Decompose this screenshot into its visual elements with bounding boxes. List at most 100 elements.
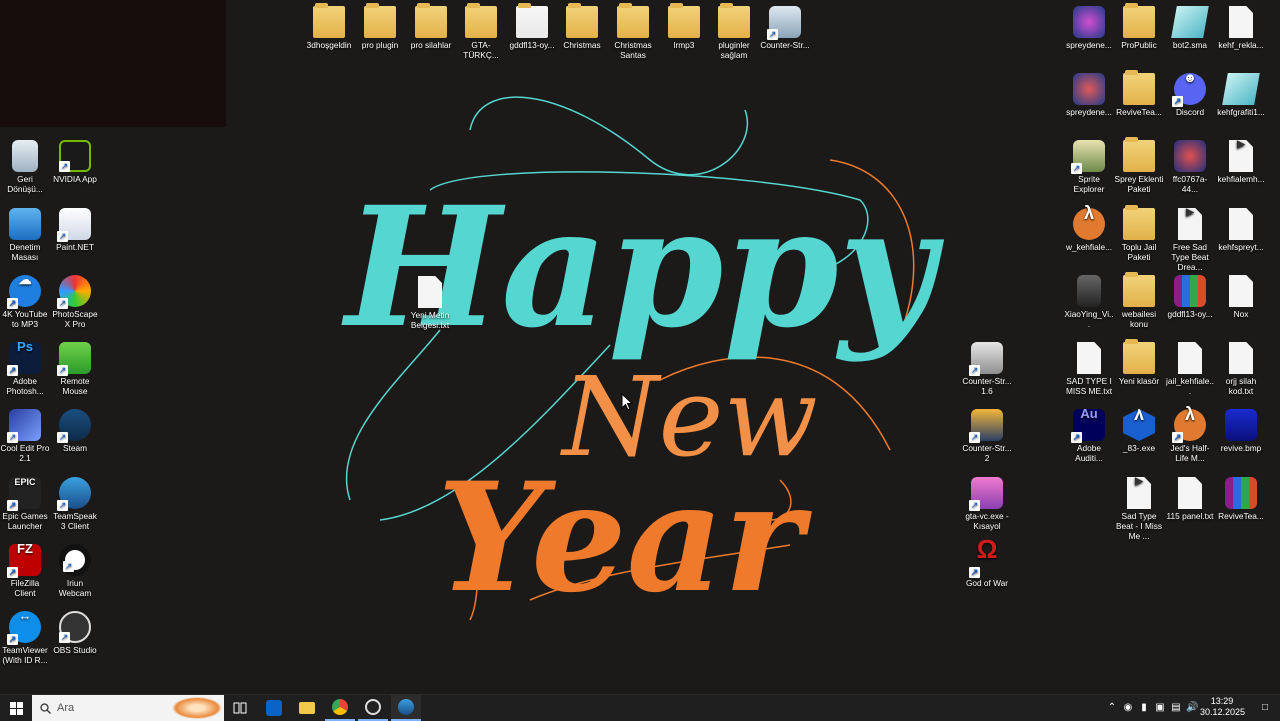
icon-label: jail_kehfiale...: [1166, 376, 1214, 396]
screen-share-icon[interactable]: ▣: [1154, 701, 1166, 715]
desktop-icon-paint-net[interactable]: Paint.NET: [50, 208, 100, 252]
desktop-icon-sprey-eklenti-paketi[interactable]: Sprey Eklenti Paketi: [1114, 137, 1164, 194]
paint-net-icon: [57, 208, 91, 242]
desktop-icon-teamspeak[interactable]: TeamSpeak 3 Client: [50, 477, 100, 531]
desktop-icon-w-kehfiale[interactable]: λ w_kehfiale...: [1064, 204, 1114, 252]
icon-label: Iriun Webcam: [58, 578, 92, 598]
desktop-icon-revive-bmp[interactable]: revive.bmp: [1216, 409, 1266, 453]
sma-file-icon: [1222, 73, 1260, 105]
folder-icon: [1123, 205, 1155, 240]
desktop-icon-christmas-santas[interactable]: Christmas Santas: [608, 3, 658, 60]
desktop-icon-kehfspreyt[interactable]: kehfspreyt...: [1216, 208, 1266, 252]
webcam-tray-icon[interactable]: ◉: [1122, 701, 1134, 715]
desktop-icon-kehfialemh[interactable]: ▶ kehfialemh...: [1216, 140, 1266, 184]
desktop-icon-counter-strike[interactable]: Counter-Str...: [760, 6, 810, 50]
desktop-icon-gddfl13[interactable]: gddfl13-oy...: [507, 3, 557, 50]
desktop-icon-epic-games[interactable]: EPICEpic Games Launcher: [0, 477, 50, 531]
desktop-icon-iriun-webcam[interactable]: Iriun Webcam: [50, 544, 100, 598]
text-file-icon: [1077, 342, 1101, 374]
photoshop-icon: Ps: [7, 340, 41, 376]
icon-label: Counter-Str... 1.6: [962, 376, 1012, 396]
desktop-icon-kehf-rekla[interactable]: kehf_rekla...: [1216, 6, 1266, 50]
rar-archive-icon: [1225, 477, 1257, 509]
desktop-icon-photoscape[interactable]: PhotoScape X Pro: [50, 275, 100, 329]
taskbar-app-outlook[interactable]: [259, 695, 289, 721]
desktop-icon-gta-vc[interactable]: gta-vc.exe - Kısayol: [962, 477, 1012, 531]
desktop-icon-webailesi-konu[interactable]: webailesi konu: [1114, 272, 1164, 329]
folder-icon: [566, 3, 598, 38]
desktop-icon-propublic[interactable]: ProPublic: [1114, 3, 1164, 50]
desktop-icon-spreydene-1[interactable]: spreydene...: [1064, 6, 1114, 50]
chevron-up-icon[interactable]: ⌃: [1106, 701, 1118, 715]
desktop-icon-yeni-klasor[interactable]: Yeni klasör: [1114, 339, 1164, 386]
taskbar-search-box[interactable]: Ara: [32, 695, 224, 721]
taskbar-app-file-explorer[interactable]: [292, 695, 322, 721]
desktop-icon-pro-silahlar[interactable]: pro silahlar: [406, 3, 456, 50]
desktop-icon-spreydene-2[interactable]: spreydene...: [1064, 73, 1114, 117]
desktop-icon-xiaoying[interactable]: XiaoYing_Vi...: [1064, 275, 1114, 329]
desktop-icon-control-panel[interactable]: Denetim Masası: [0, 208, 50, 262]
desktop-icon-orjj-silah-kod[interactable]: orjj silah kod.txt: [1216, 342, 1266, 396]
icon-label: Christmas: [563, 40, 601, 50]
icon-label: bot2.sma: [1172, 40, 1208, 50]
desktop-icon-83-exe[interactable]: λ _83-.exe: [1114, 409, 1164, 453]
clock[interactable]: 13:29 30.12.2025: [1200, 696, 1245, 718]
desktop-icon-nox[interactable]: Nox: [1216, 275, 1266, 319]
notification-icon[interactable]: □: [1258, 701, 1272, 715]
desktop-icon-kehfgrafiti[interactable]: kehfgrafiti1...: [1216, 73, 1266, 117]
taskbar-app-obs[interactable]: [358, 695, 388, 721]
desktop-icon-counter-strike-2[interactable]: Counter-Str... 2: [962, 409, 1012, 463]
desktop-icon-gddfl13-rar[interactable]: gddfl13-oy...: [1165, 275, 1215, 319]
desktop[interactable]: Happy New Year 3dhoşgeldin pro plugin pr…: [0, 0, 1280, 694]
cool-edit-icon: [7, 409, 41, 443]
desktop-icon-3dhosgeldin[interactable]: 3dhoşgeldin: [304, 3, 354, 50]
desktop-icon-115-panel[interactable]: 115 panel.txt: [1165, 477, 1215, 521]
desktop-icon-sad-type-i-miss-me[interactable]: SAD TYPE I MISS ME.txt: [1064, 342, 1114, 396]
desktop-icon-gta-turkce[interactable]: GTA-TÜRKÇ...: [456, 3, 506, 60]
clock-time: 13:29: [1210, 696, 1234, 706]
desktop-icon-jeds-half-life[interactable]: λJed's Half-Life M...: [1165, 405, 1215, 463]
photoscape-icon: [57, 275, 91, 309]
desktop-icon-photoshop[interactable]: PsAdobe Photosh...: [0, 340, 50, 396]
task-view-button[interactable]: [226, 695, 254, 721]
desktop-icon-christmas[interactable]: Christmas: [557, 3, 607, 50]
desktop-icon-god-of-war[interactable]: ΩGod of War: [962, 536, 1012, 588]
desktop-icon-filezilla[interactable]: FZFileZilla Client: [0, 542, 50, 598]
desktop-icon-ffc0767a[interactable]: ffc0767a-44...: [1165, 140, 1215, 194]
discord-icon: ☻: [1172, 71, 1206, 107]
desktop-icon-bot2-sma[interactable]: bot2.sma: [1165, 6, 1215, 50]
desktop-icon-discord[interactable]: ☻Discord: [1165, 71, 1215, 117]
volume-icon[interactable]: 🔊: [1186, 701, 1198, 715]
desktop-icon-remote-mouse[interactable]: Remote Mouse: [50, 342, 100, 396]
desktop-icon-recycle-bin[interactable]: Geri Dönüşü...: [0, 140, 50, 194]
desktop-icon-pluginler-saglam[interactable]: pluginler sağlam: [709, 3, 759, 60]
desktop-icon-nvidia-app[interactable]: NVIDIA App: [50, 140, 100, 184]
desktop-icon-obs[interactable]: OBS Studio: [50, 611, 100, 655]
icon-label: Toplu Jail Paketi: [1121, 242, 1157, 262]
start-button[interactable]: [0, 695, 32, 721]
taskbar-app-chrome[interactable]: [325, 695, 355, 721]
desktop-icon-steam[interactable]: Steam: [50, 409, 100, 453]
desktop-icon-toplu-jail-paketi[interactable]: Toplu Jail Paketi: [1114, 205, 1164, 262]
desktop-icon-sprite-explorer[interactable]: Sprite Explorer: [1064, 140, 1114, 194]
desktop-icon-free-sad-type-beat[interactable]: ▶ Free Sad Type Beat Drea...: [1165, 208, 1215, 272]
desktop-icon-counter-strike-16[interactable]: Counter-Str... 1.6: [962, 342, 1012, 396]
desktop-icon-cool-edit[interactable]: Cool Edit Pro 2.1: [0, 409, 50, 463]
desktop-icon-revivetea-rar[interactable]: ReviveTea...: [1216, 477, 1266, 521]
icon-label: Sprite Explorer: [1073, 174, 1105, 194]
desktop-icon-adobe-audition[interactable]: AuAdobe Auditi...: [1064, 407, 1114, 463]
network-icon[interactable]: ▤: [1170, 701, 1182, 715]
desktop-icon-yeni-metin-belgesi[interactable]: Yeni Metin Belgesi.txt: [405, 276, 455, 330]
folder-icon: [1123, 339, 1155, 374]
icon-label: kehfspreyt...: [1218, 242, 1264, 252]
desktop-icon-4k-youtube[interactable]: ☁4K YouTube to MP3: [0, 273, 50, 329]
desktop-icon-sad-type-beat[interactable]: ▶ Sad Type Beat - I Miss Me ...: [1114, 477, 1164, 541]
desktop-icon-revivetea-folder[interactable]: ReviveTea...: [1114, 70, 1164, 117]
desktop-icon-pro-plugin[interactable]: pro plugin: [355, 3, 405, 50]
microphone-icon[interactable]: ▮: [1138, 701, 1150, 715]
desktop-icon-lrmp3[interactable]: lrmp3: [659, 3, 709, 50]
desktop-icon-jail-kehfiale[interactable]: jail_kehfiale...: [1165, 342, 1215, 396]
desktop-icon-teamviewer[interactable]: ↔TeamViewer (With ID R...: [0, 609, 50, 665]
icon-label: gta-vc.exe - Kısayol: [965, 511, 1009, 531]
taskbar-app-teamspeak[interactable]: [391, 695, 421, 721]
